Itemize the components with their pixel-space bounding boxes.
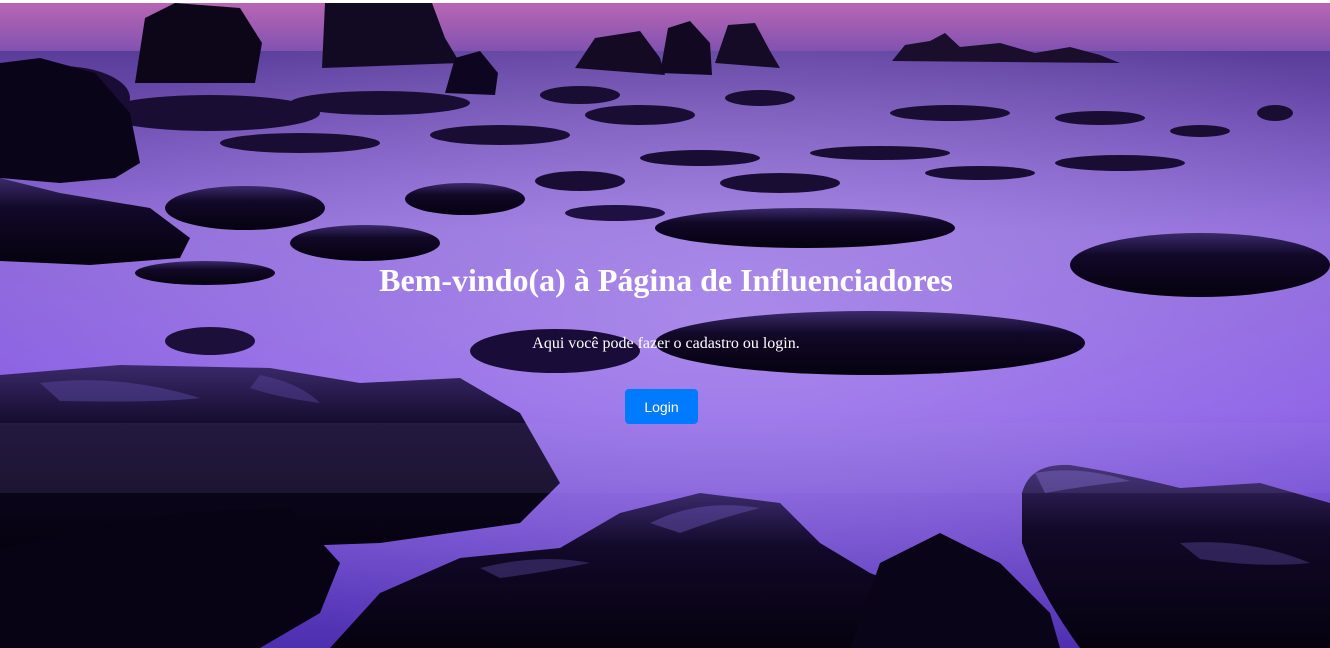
landing-page: Bem-vindo(a) à Página de Influenciadores…	[0, 0, 1330, 648]
page-title: Bem-vindo(a) à Página de Influenciadores	[379, 262, 953, 298]
page-subtitle: Aqui você pode fazer o cadastro ou login…	[532, 335, 800, 352]
hero-content: Bem-vindo(a) à Página de Influenciadores…	[0, 0, 1330, 648]
login-button[interactable]: Login	[625, 389, 698, 424]
